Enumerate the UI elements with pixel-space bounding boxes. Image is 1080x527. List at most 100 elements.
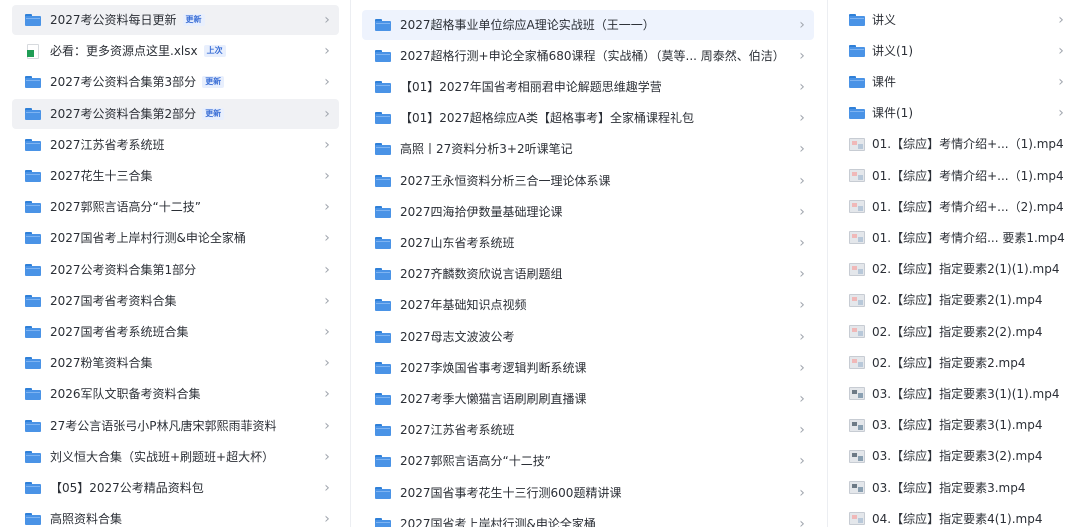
item-label: 课件 (872, 74, 897, 89)
chevron-right-icon[interactable]: › (790, 353, 814, 383)
folder-item[interactable]: 2027考季大懒猫言语刷刷刷直播课 › (362, 384, 814, 414)
chevron-right-icon[interactable]: › (790, 290, 814, 320)
chevron-right-icon[interactable]: › (790, 134, 814, 164)
folder-item[interactable]: 2027考公资料合集第2部分 更新 › (12, 98, 339, 129)
file-item[interactable]: 03.【综应】指定要素3(1).mp4 (838, 410, 1073, 440)
file-item[interactable]: 03.【综应】指定要素3(2).mp4 (838, 441, 1073, 471)
folder-item[interactable]: 2027齐麟数资欣说言语刷题组 › (362, 259, 814, 289)
chevron-right-icon[interactable]: › (315, 379, 339, 409)
chevron-right-icon[interactable]: › (790, 10, 814, 40)
chevron-right-icon[interactable]: › (790, 41, 814, 71)
chevron-right-icon[interactable]: › (315, 286, 339, 316)
file-item[interactable]: 01.【综应】考情介绍... 要素1.mp4 (838, 223, 1073, 253)
folder-item[interactable]: 2027公考资料合集第1部分 › (12, 255, 339, 285)
folder-item[interactable]: 2027郭熙言语高分“十二技” › (362, 446, 814, 476)
folder-item[interactable]: 2027国省考上岸村行测&申论全家桶 › (362, 509, 814, 527)
folder-item[interactable]: 课件 › (838, 67, 1073, 97)
chevron-right-icon[interactable]: › (790, 322, 814, 352)
chevron-right-icon[interactable]: › (315, 473, 339, 503)
folder-item[interactable]: 27考公言语张弓小P林凡唐宋郭熙雨菲资料 › (12, 411, 339, 441)
chevron-right-icon[interactable]: › (315, 192, 339, 222)
chevron-right-icon[interactable]: › (790, 415, 814, 445)
chevron-right-icon[interactable]: › (315, 223, 339, 253)
chevron-right-icon[interactable]: › (315, 504, 339, 527)
folder-item[interactable]: 2027年基础知识点视频 › (362, 290, 814, 320)
chevron-right-icon[interactable]: › (790, 509, 814, 527)
folder-item[interactable]: 2027考公资料每日更新 更新 › (12, 5, 339, 35)
chevron-right-icon[interactable]: › (790, 197, 814, 227)
chevron-right-icon[interactable]: › (790, 446, 814, 476)
folder-item[interactable]: 2027国省考上岸村行测&申论全家桶 › (12, 223, 339, 253)
chevron-right-icon[interactable]: › (790, 259, 814, 289)
folder-item[interactable]: 2027花生十三合集 › (12, 161, 339, 191)
item-label: 高照资料合集 (50, 512, 123, 527)
chevron-right-icon[interactable]: › (315, 67, 339, 97)
chevron-right-icon[interactable]: › (315, 348, 339, 378)
folder-column-level-3[interactable]: 讲义 › 讲义(1) › 课件 › 课件(1) › 01.【综应】考情介绍+...（1).mp4… (827, 0, 1080, 527)
file-item[interactable]: 03.【综应】指定要素3(1)(1).mp4 (838, 379, 1073, 409)
folder-item[interactable]: 高照资料合集 › (12, 504, 339, 527)
chevron-right-icon[interactable]: › (1049, 98, 1073, 128)
folder-item[interactable]: 【01】2027年国省考相丽君申论解题思维趣学营 › (362, 72, 814, 102)
folder-item[interactable]: 2027超格行测+申论全家桶680课程（实战桶）（莫等... 周泰然、伯洁） › (362, 41, 814, 71)
chevron-right-icon[interactable]: › (1049, 67, 1073, 97)
folder-column-level-2[interactable]: 2027超格事业单位综应A理论实战班（王一一） › 2027超格行测+申论全家桶68… (350, 0, 827, 527)
chevron-right-icon[interactable]: › (315, 442, 339, 472)
folder-item[interactable]: 2027王永恒资料分析三合一理论体系课 › (362, 166, 814, 196)
folder-item[interactable]: 2027山东省考系统班 › (362, 228, 814, 258)
chevron-right-icon[interactable]: › (790, 103, 814, 133)
folder-item[interactable]: 高照丨27资料分析3+2听课笔记 › (362, 134, 814, 164)
chevron-right-icon[interactable]: › (1049, 5, 1073, 35)
item-label: 03.【综应】指定要素3(1)(1).mp4 (872, 386, 1060, 401)
file-item[interactable]: 03.【综应】指定要素3.mp4 (838, 473, 1073, 503)
file-item[interactable]: 02.【综应】指定要素2.mp4 (838, 348, 1073, 378)
chevron-right-icon[interactable]: › (315, 161, 339, 191)
file-item[interactable]: 04.【综应】指定要素4(1).mp4 (838, 504, 1073, 527)
folder-icon (375, 143, 391, 156)
chevron-right-icon[interactable]: › (790, 72, 814, 102)
chevron-right-icon[interactable]: › (315, 411, 339, 441)
chevron-right-icon[interactable]: › (790, 228, 814, 258)
folder-item[interactable]: 2027江苏省考系统班 › (12, 130, 339, 160)
folder-item[interactable]: 2026军队文职备考资料合集 › (12, 379, 339, 409)
folder-item[interactable]: 2027超格事业单位综应A理论实战班（王一一） › (362, 9, 814, 40)
chevron-right-icon[interactable]: › (790, 384, 814, 414)
file-item[interactable]: 必看：更多资源点这里.xlsx 上次 › (12, 36, 339, 66)
file-item[interactable]: 01.【综应】考情介绍+...（1).mp4 (838, 129, 1073, 159)
chevron-right-icon[interactable]: › (315, 36, 339, 66)
chevron-right-icon[interactable]: › (315, 99, 339, 129)
folder-item[interactable]: 【05】2027公考精品资料包 › (12, 473, 339, 503)
file-item[interactable]: 02.【综应】指定要素2(2).mp4 (838, 317, 1073, 347)
file-item[interactable]: 02.【综应】指定要素2(1).mp4 (838, 285, 1073, 315)
folder-item[interactable]: 2027国考省考资料合集 › (12, 286, 339, 316)
item-label: 01.【综应】考情介绍+...（2).mp4 (872, 199, 1064, 214)
folder-item[interactable]: 讲义 › (838, 5, 1073, 35)
chevron-right-icon[interactable]: › (790, 166, 814, 196)
chevron-right-icon[interactable]: › (315, 317, 339, 347)
folder-item[interactable]: 【01】2027超格综应A类【超格事考】全家桶课程礼包 › (362, 103, 814, 133)
folder-item[interactable]: 2027国省事考花生十三行测600题精讲课 › (362, 478, 814, 508)
folder-item[interactable]: 2027粉笔资料合集 › (12, 348, 339, 378)
item-label: 02.【综应】指定要素2(1).mp4 (872, 293, 1043, 308)
file-item[interactable]: 01.【综应】考情介绍+...（2).mp4 (838, 192, 1073, 222)
folder-item[interactable]: 2027四海拾伊数量基础理论课 › (362, 197, 814, 227)
folder-item[interactable]: 2027母志文波波公考 › (362, 322, 814, 352)
item-label: 2027国省事考花生十三行测600题精讲课 (400, 485, 622, 500)
folder-item[interactable]: 课件(1) › (838, 98, 1073, 128)
chevron-right-icon[interactable]: › (315, 130, 339, 160)
folder-item[interactable]: 2027国考省考系统班合集 › (12, 317, 339, 347)
chevron-right-icon[interactable]: › (790, 478, 814, 508)
folder-column-level-1[interactable]: 2027考公资料每日更新 更新 › 必看：更多资源点这里.xlsx 上次 › 2027考公资… (0, 0, 349, 527)
folder-item[interactable]: 2027郭熙言语高分“十二技” › (12, 192, 339, 222)
chevron-right-icon[interactable]: › (1049, 36, 1073, 66)
chevron-right-icon[interactable]: › (315, 5, 339, 35)
folder-item[interactable]: 2027考公资料合集第3部分 更新 › (12, 67, 339, 97)
file-item[interactable]: 02.【综应】指定要素2(1)(1).mp4 (838, 254, 1073, 284)
folder-item[interactable]: 讲义(1) › (838, 36, 1073, 66)
file-item[interactable]: 01.【综应】考情介绍+...（1).mp4 (838, 161, 1073, 191)
item-label: 2027王永恒资料分析三合一理论体系课 (400, 173, 611, 188)
folder-item[interactable]: 2027李焕国省事考逻辑判断系统课 › (362, 353, 814, 383)
folder-item[interactable]: 刘义恒大合集（实战班+刷题班+超大杯） › (12, 442, 339, 472)
chevron-right-icon[interactable]: › (315, 255, 339, 285)
folder-item[interactable]: 2027江苏省考系统班 › (362, 415, 814, 445)
